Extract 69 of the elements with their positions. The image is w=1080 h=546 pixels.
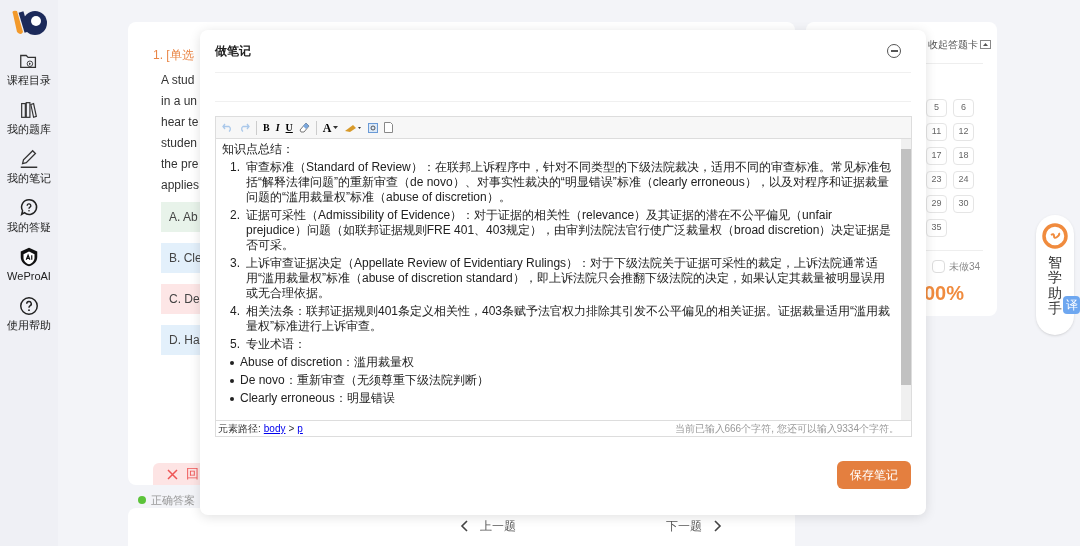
element-path-link[interactable]: p <box>297 421 303 436</box>
question-number-button[interactable]: 30 <box>953 195 974 213</box>
bullet-icon <box>230 397 234 401</box>
question-text-line: A stud <box>161 72 195 89</box>
sidebar-item[interactable]: 我的题库 <box>3 99 55 136</box>
bullet-icon <box>230 379 234 383</box>
collapse-answer-card-button[interactable]: 收起答题卡 <box>928 37 991 52</box>
question-number-button[interactable]: 18 <box>953 147 974 165</box>
question-number-button[interactable]: 12 <box>953 123 974 141</box>
assistant-label: 智学助手 <box>1048 255 1062 317</box>
caret-icon <box>333 126 339 129</box>
underline-button[interactable]: U <box>285 120 293 135</box>
note-bullet-item: De novo：重新审查（无须尊重下级法院判断） <box>240 373 489 388</box>
legend-box <box>932 260 945 273</box>
bold-button[interactable]: B <box>263 120 270 135</box>
sidebar-item[interactable]: 我的笔记 <box>3 148 55 185</box>
caret-up-icon <box>980 40 991 49</box>
path-separator: > <box>288 422 295 436</box>
question-type-label: 1. [单选 <box>153 47 194 64</box>
note-bullet-item: Clearly erroneous：明显错误 <box>240 391 395 406</box>
scrollbar[interactable] <box>901 139 911 420</box>
page-icon[interactable] <box>384 122 394 133</box>
note-heading: 知识点总结： <box>222 142 295 157</box>
question-text-line: applies <box>161 177 200 194</box>
image-icon[interactable] <box>368 122 379 133</box>
pen-icon <box>18 148 40 170</box>
sidebar-item[interactable]: 使用帮助 <box>3 295 55 332</box>
sidebar-item[interactable]: WeProAI <box>3 246 55 283</box>
sidebar-item[interactable]: 课程目录 <box>3 50 55 87</box>
legend-label: 未做34 <box>949 260 981 274</box>
correct-answer-label: 正确答案 <box>151 493 195 508</box>
question-text-line: in a un <box>161 93 198 110</box>
chevron-left-icon <box>460 520 468 532</box>
font-color-button[interactable]: A <box>322 118 339 137</box>
highlighter-icon[interactable] <box>344 122 363 133</box>
next-button[interactable]: 下一题 <box>666 515 722 537</box>
note-list-item: 审查标准（Standard of Review）：在联邦上诉程序中，针对不同类型的下级法院裁决，适用不同的审查标准。常见标准包括“解释法律问题”的重新审查（de novo）、对事实性裁决的“明显错误”标准（clearly erroneous），以及对程序和证据裁量问题的“滥用裁量权”标准（abuse of discretion）。 <box>246 160 892 205</box>
books-icon <box>18 99 40 121</box>
result-text: 回 <box>186 465 199 484</box>
sidebar-item[interactable]: 我的答疑 <box>3 197 55 234</box>
bullet-icon <box>230 361 234 365</box>
list-number: 2. <box>230 208 241 224</box>
help-icon <box>18 295 40 317</box>
chevron-right-icon <box>714 520 722 532</box>
element-path-label: 元素路径: <box>218 422 261 436</box>
previous-button[interactable]: 上一题 <box>460 515 516 537</box>
shield-icon <box>18 246 40 268</box>
note-list-item: 相关法条：联邦证据规则401条定义相关性，403条赋予法官权力排除其引发不公平偏见的相关证据。证据裁量适用“滥用裁量权”标准进行上诉审查。 <box>246 304 892 334</box>
eraser-icon[interactable] <box>298 122 310 133</box>
list-number: 1. <box>230 160 241 176</box>
note-list-item: 证据可采性（Admissibility of Evidence）：对于证据的相关性（relevance）及其证据的潜在不公平偏见（unfair prejudice）问题（如联邦证据规则FRE 401、403规定），由审判法院法官行使广泛裁量权（broad discretion）决定证据是否可采。 <box>246 208 893 253</box>
close-icon <box>167 468 178 480</box>
question-number-button[interactable]: 24 <box>953 171 974 189</box>
italic-button[interactable]: I <box>275 120 280 135</box>
assistant-logo-icon <box>1042 223 1068 249</box>
list-number: 5. <box>230 337 241 352</box>
question-text-line: the pre <box>161 156 199 173</box>
note-list-item: 专业术语： <box>246 337 306 352</box>
list-number: 4. <box>230 304 241 320</box>
question-number-button[interactable]: 6 <box>953 99 974 117</box>
score-text: 00% <box>924 281 965 306</box>
note-bullet-item: Abuse of discretion：滥用裁量权 <box>240 355 415 370</box>
list-number: 3. <box>230 256 241 272</box>
question-text-line: hear te <box>161 114 199 131</box>
dialog-title: 做笔记 <box>215 43 251 60</box>
question-text-line: studen <box>161 135 198 152</box>
character-count: 当前已输入666个字符, 您还可以输入9334个字符。 <box>674 422 899 436</box>
note-list-item: 上诉审查证据决定（Appellate Review of Evidentiary Rulings）：对于下级法院关于证据可采性的裁定，上诉法院通常适用“滥用裁量权”标准（abuse of discretion standard），即上诉法院只会推翻下级法院的决定，如果认定其裁量被明显误用或无合理依据。 <box>246 256 886 301</box>
element-path-link[interactable]: body <box>263 421 286 436</box>
